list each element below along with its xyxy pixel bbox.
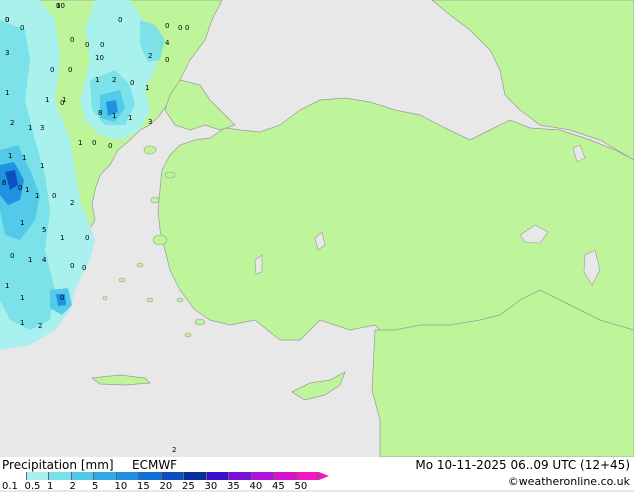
- grid-value-label: 10: [95, 54, 104, 62]
- grid-value-label: 3: [148, 118, 152, 126]
- scale-swatch: [116, 472, 139, 480]
- grid-value-label: 1: [8, 152, 12, 160]
- scale-tick-label: 0.1: [2, 481, 18, 492]
- weather-map: 00000 002 00 000 01 2 01121 31 01 0 01 11108 1 113601…: [0, 0, 634, 457]
- grid-value-label: 0: [85, 41, 89, 49]
- scale-swatch: [184, 472, 207, 480]
- scale-swatch: [161, 472, 184, 480]
- grid-value-label: 3: [5, 49, 9, 57]
- grid-value-label: 0: [5, 16, 9, 24]
- grid-value-label: 4: [165, 39, 170, 47]
- grid-value-label: 0: [92, 139, 96, 147]
- scale-tick-label: 2: [69, 481, 76, 492]
- grid-value-label: 1: [112, 112, 116, 120]
- grid-value-label: 1: [78, 139, 82, 147]
- scale-tick-label: 25: [182, 481, 195, 492]
- scale-tick-label: 0.5: [24, 481, 41, 492]
- grid-value-label: 0: [18, 184, 22, 192]
- credit-text: ©weatheronline.co.uk: [507, 475, 630, 488]
- grid-value-label: 1: [40, 162, 44, 170]
- legend-model: ECMWF: [132, 458, 178, 472]
- grid-value-label: 2: [112, 76, 116, 84]
- grid-value-label: 0: [70, 36, 74, 44]
- grid-value-label: 0: [100, 41, 104, 49]
- grid-value-label: 1: [60, 234, 64, 242]
- scale-swatch: [206, 472, 229, 480]
- grid-value-label: 2: [38, 322, 42, 330]
- grid-value-label: 0: [70, 262, 74, 270]
- grid-value-label: 1: [22, 154, 26, 162]
- scale-swatch: [71, 472, 94, 480]
- grid-value-label: 3: [40, 124, 44, 132]
- grid-value-label: 1: [20, 219, 24, 227]
- grid-value-label: 1: [128, 114, 132, 122]
- grid-value-label: 0: [178, 24, 182, 32]
- scale-tick-label: 1: [47, 481, 54, 492]
- grid-value-label: 2: [148, 52, 152, 60]
- grid-value-label: 1: [95, 76, 99, 84]
- scale-arrow: [319, 472, 329, 480]
- scale-swatch: [251, 472, 274, 480]
- grid-value-label: 0: [68, 66, 72, 74]
- grid-value-label: 1: [20, 294, 24, 302]
- scale-tick-label: 50: [294, 481, 308, 492]
- grid-value-label: 1: [20, 319, 24, 327]
- grid-value-label: 0: [60, 294, 64, 302]
- scale-swatch: [94, 472, 117, 480]
- scale-swatch: [26, 472, 49, 480]
- grid-value-label: 0: [20, 24, 24, 32]
- scale-tick-label: 10: [114, 481, 128, 492]
- grid-value-label: 10: [56, 2, 65, 10]
- scale-tick-label: 5: [92, 481, 99, 492]
- grid-value-label: 2: [70, 199, 74, 207]
- grid-value-label: 1: [145, 84, 149, 92]
- grid-value-label: 1: [45, 96, 49, 104]
- grid-value-label: 1: [28, 124, 32, 132]
- grid-value-label: 0: [185, 24, 189, 32]
- grid-value-label: 0: [108, 142, 112, 150]
- scale-tick-label: 35: [227, 481, 240, 492]
- grid-value-label: 0: [10, 252, 14, 260]
- grid-value-label: 0: [52, 192, 56, 200]
- grid-value-label: 1: [5, 282, 9, 290]
- grid-value-label: 0: [50, 66, 54, 74]
- grid-value-label: 1: [62, 96, 66, 104]
- grid-value-label: 1: [28, 256, 32, 264]
- legend-bar: Precipitation [mm] ECMWF Mo 10-11-2025 0…: [0, 457, 634, 492]
- grid-value-label: 0: [165, 56, 169, 64]
- scale-swatch: [139, 472, 162, 480]
- grid-value-label: 0: [82, 264, 86, 272]
- scale-swatch: [49, 472, 72, 480]
- scale-tick-label: 45: [272, 481, 285, 492]
- grid-value-label: 0: [85, 234, 89, 242]
- scale-tick-label: 40: [249, 481, 263, 492]
- scale-tick-label: 15: [137, 481, 150, 492]
- scale-tick-label: 20: [159, 481, 173, 492]
- grid-value-label: 6: [2, 179, 7, 187]
- grid-value-label: 0: [118, 16, 122, 24]
- grid-value-label: 8: [98, 109, 102, 117]
- grid-value-label: 2: [172, 446, 176, 454]
- scale-swatch: [274, 472, 297, 480]
- scale-swatch: [229, 472, 252, 480]
- grid-value-label: 5: [42, 226, 46, 234]
- scale-tick-label: 30: [204, 481, 218, 492]
- grid-value-label: 4: [42, 256, 47, 264]
- grid-value-label: 0: [130, 79, 134, 87]
- scale-swatch: [296, 472, 319, 480]
- grid-value-label: 1: [5, 89, 9, 97]
- grid-value-label: 1: [25, 186, 29, 194]
- scale-swatch: [4, 472, 27, 480]
- grid-value-label: 2: [10, 119, 14, 127]
- grid-value-label: 0: [165, 22, 169, 30]
- legend-timestamp: Mo 10-11-2025 06..09 UTC (12+45): [415, 458, 630, 472]
- legend-title: Precipitation [mm]: [2, 458, 114, 472]
- grid-value-label: 1: [35, 192, 39, 200]
